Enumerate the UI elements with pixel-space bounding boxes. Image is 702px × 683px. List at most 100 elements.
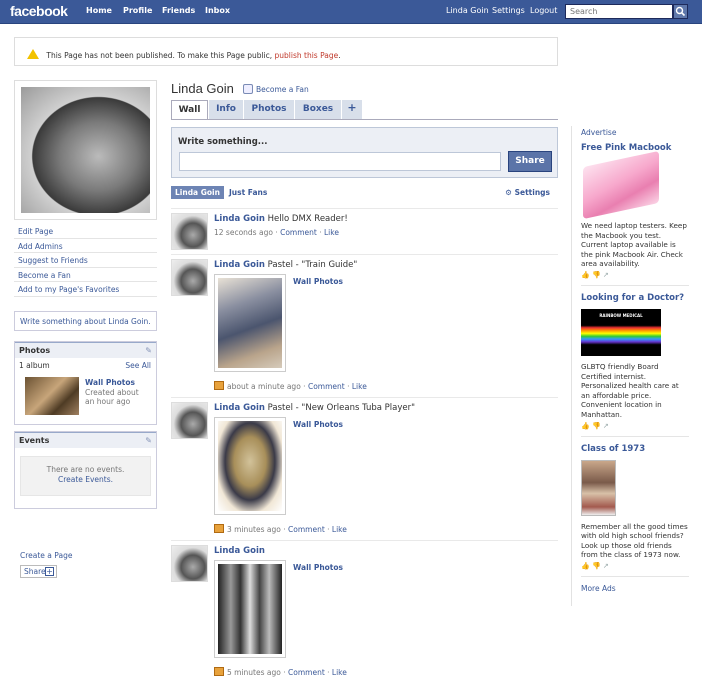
comment-link[interactable]: Comment: [308, 382, 345, 391]
nav-logout[interactable]: Logout: [530, 6, 557, 15]
unpublished-notice: This Page has not been published. To mak…: [14, 37, 558, 66]
publisher-share-button[interactable]: Share: [508, 151, 552, 172]
filter-settings[interactable]: ⚙ Settings: [505, 188, 550, 197]
ad-feedback-icons[interactable]: 👍 👎 ↗: [581, 562, 689, 570]
post-body: Linda Goin: [214, 546, 554, 556]
forest-stream-photo: [218, 564, 282, 654]
post-avatar[interactable]: [171, 259, 208, 296]
advertise-link[interactable]: Advertise: [581, 128, 689, 137]
post-time[interactable]: about a minute ago: [227, 382, 301, 391]
tab-wall[interactable]: Wall: [171, 100, 208, 119]
publish-page-link[interactable]: publish this Page: [275, 51, 339, 60]
pink-laptop-image[interactable]: [583, 150, 659, 220]
post-text: Pastel - "New Orleans Tuba Player": [267, 403, 416, 413]
ad-title[interactable]: Free Pink Macbook: [581, 143, 689, 153]
like-link[interactable]: Like: [324, 228, 339, 237]
see-all-link[interactable]: See All: [125, 361, 151, 370]
post-meta: 5 minutes ago · Comment · Like: [214, 667, 347, 677]
no-events-text: There are no events.: [46, 464, 125, 474]
filter-just-fans[interactable]: Just Fans: [229, 188, 267, 197]
become-a-fan-link[interactable]: Become a Fan: [14, 268, 157, 282]
create-events-link[interactable]: Create Events.: [21, 475, 150, 485]
filter-page-owner[interactable]: Linda Goin: [171, 186, 224, 199]
post-photo[interactable]: [214, 417, 286, 515]
profile-picture-frame: [14, 80, 157, 220]
ad-feedback-icons[interactable]: 👍 👎 ↗: [581, 422, 689, 430]
search-icon: [675, 6, 686, 17]
post-author[interactable]: Linda Goin: [214, 403, 265, 413]
post-avatar[interactable]: [171, 213, 208, 250]
like-link[interactable]: Like: [332, 668, 347, 677]
nav-user-name[interactable]: Linda Goin: [446, 6, 489, 15]
publisher-input[interactable]: [179, 152, 501, 171]
ad-item[interactable]: Free Pink Macbook We need laptop testers…: [581, 143, 689, 286]
become-fan-action[interactable]: Become a Fan: [243, 84, 309, 94]
post-author[interactable]: Linda Goin: [214, 214, 265, 224]
publisher-label: Write something...: [178, 137, 268, 147]
rainbow-medical-image[interactable]: RAINBOW MEDICAL: [581, 308, 661, 356]
photos-box-body: 1 album See All Wall Photos Created abou…: [15, 358, 156, 424]
ad-item[interactable]: Class of 1973 Remember all the good time…: [581, 444, 689, 577]
fan-icon: [243, 84, 253, 94]
share-button[interactable]: Share +: [20, 565, 57, 578]
post-time[interactable]: 3 minutes ago: [227, 525, 281, 534]
add-admins-link[interactable]: Add Admins: [14, 239, 157, 253]
album-thumbnail[interactable]: [25, 376, 79, 415]
facebook-logo[interactable]: facebook: [10, 3, 68, 19]
nav-home[interactable]: Home: [86, 6, 112, 15]
post-time[interactable]: 12 seconds ago: [214, 228, 273, 237]
nav-friends[interactable]: Friends: [162, 6, 195, 15]
create-page-link[interactable]: Create a Page: [20, 551, 72, 560]
post-album-link[interactable]: Wall Photos: [293, 277, 343, 286]
left-column: Edit Page Add Admins Suggest to Friends …: [14, 80, 157, 509]
album-name[interactable]: Wall Photos: [85, 378, 135, 387]
pencil-icon[interactable]: ✎: [145, 436, 152, 445]
post-photo[interactable]: [214, 274, 286, 372]
search-input[interactable]: [565, 4, 673, 19]
ad-title[interactable]: Class of 1973: [581, 444, 689, 454]
post-photo[interactable]: [214, 560, 286, 658]
add-to-favorites-link[interactable]: Add to my Page's Favorites: [14, 282, 157, 297]
edit-page-link[interactable]: Edit Page: [14, 224, 157, 239]
nav-profile[interactable]: Profile: [123, 6, 152, 15]
ad-title[interactable]: Looking for a Doctor?: [581, 293, 689, 303]
like-link[interactable]: Like: [352, 382, 367, 391]
suggest-to-friends-link[interactable]: Suggest to Friends: [14, 253, 157, 268]
ads-column: Advertise Free Pink Macbook We need lapt…: [571, 126, 689, 606]
comment-link[interactable]: Comment: [280, 228, 317, 237]
write-about-box[interactable]: Write something about Linda Goin.: [14, 310, 157, 331]
wall-post: Linda Goin Hello DMX Reader! 12 seconds …: [171, 208, 558, 253]
nav-settings[interactable]: Settings: [492, 6, 525, 15]
wall-filter-bar: Linda Goin Just Fans ⚙ Settings: [171, 186, 558, 202]
album-meta: Created about an hour ago: [85, 387, 139, 407]
nav-inbox[interactable]: Inbox: [205, 6, 230, 15]
profile-picture[interactable]: [21, 87, 150, 213]
photos-box-header: Photos ✎: [15, 341, 156, 358]
post-body: Linda Goin Pastel - "New Orleans Tuba Pl…: [214, 403, 554, 413]
post-time[interactable]: 5 minutes ago: [227, 668, 281, 677]
page-title: Linda Goin: [171, 81, 234, 96]
class-photo-image[interactable]: [581, 459, 616, 516]
ad-feedback-icons[interactable]: 👍 👎 ↗: [581, 271, 689, 279]
post-avatar[interactable]: [171, 545, 208, 582]
post-avatar[interactable]: [171, 402, 208, 439]
pencil-icon[interactable]: ✎: [145, 346, 152, 355]
ad-text: GLBTQ friendly Board Certified internist…: [581, 361, 679, 419]
post-album-link[interactable]: Wall Photos: [293, 420, 343, 429]
post-author[interactable]: Linda Goin: [214, 260, 265, 270]
comment-link[interactable]: Comment: [288, 525, 325, 534]
wall-post: Linda Goin Pastel - "New Orleans Tuba Pl…: [171, 397, 558, 537]
more-ads-link[interactable]: More Ads: [581, 584, 689, 593]
post-text: Pastel - "Train Guide": [267, 260, 358, 270]
tab-photos[interactable]: Photos: [244, 100, 294, 119]
post-author[interactable]: Linda Goin: [214, 546, 265, 556]
ad-item[interactable]: Looking for a Doctor? RAINBOW MEDICAL GL…: [581, 293, 689, 437]
tab-boxes[interactable]: Boxes: [295, 100, 341, 119]
tab-add[interactable]: +: [342, 100, 362, 119]
comment-link[interactable]: Comment: [288, 668, 325, 677]
search-button[interactable]: [673, 4, 688, 19]
post-album-link[interactable]: Wall Photos: [293, 563, 343, 572]
top-navigation-bar: facebook Home Profile Friends Inbox Lind…: [0, 0, 702, 24]
like-link[interactable]: Like: [332, 525, 347, 534]
tab-info[interactable]: Info: [209, 100, 243, 119]
